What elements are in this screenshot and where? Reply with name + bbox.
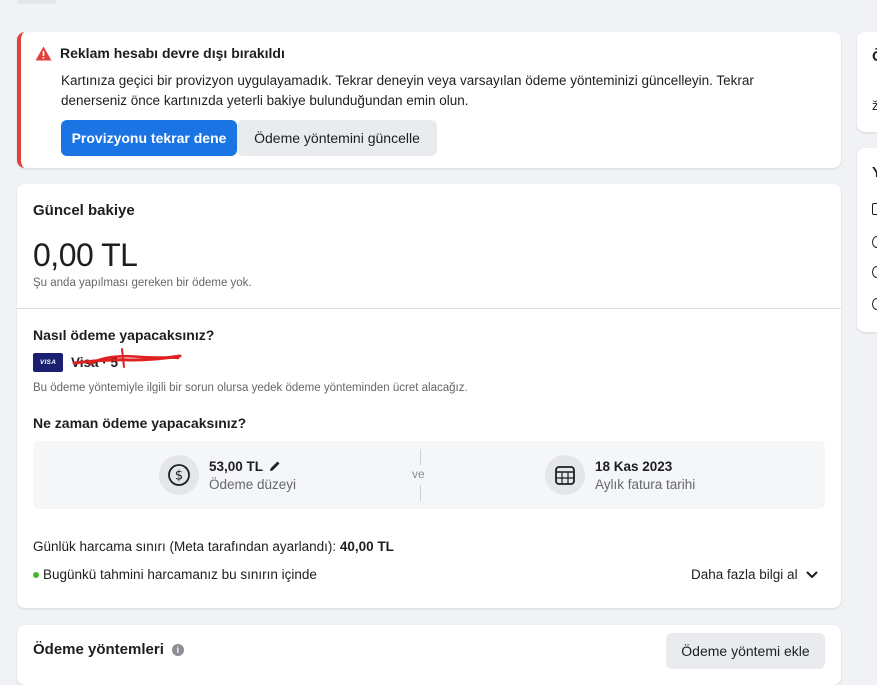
fallback-note: Bu ödeme yöntemiyle ilgili bir sorun olu… — [33, 382, 468, 394]
right-card-1-sub: ž — [872, 98, 877, 113]
learn-more-link[interactable]: Daha fazla bilgi al — [691, 567, 818, 582]
bill-date-label: Aylık fatura tarihi — [595, 476, 696, 492]
add-payment-method-button[interactable]: Ödeme yöntemi ekle — [666, 633, 825, 669]
right-card-2-icon-4 — [872, 298, 877, 310]
retry-authorization-button[interactable]: Provizyonu tekrar dene — [61, 120, 237, 156]
top-tab-stub — [17, 0, 57, 4]
learn-more-label: Daha fazla bilgi al — [691, 567, 798, 582]
balance-note: Şu anda yapılması gereken bir ödeme yok. — [33, 277, 252, 289]
daily-limit-label: Günlük harcama sınırı (Meta tarafından a… — [33, 539, 340, 554]
account-disabled-alert: Reklam hesabı devre dışı bırakıldı Kartı… — [17, 32, 841, 168]
chevron-down-icon — [806, 571, 818, 578]
daily-limit-value: 40,00 TL — [339, 539, 394, 554]
bill-date-value: 18 Kas 2023 — [595, 458, 673, 474]
update-payment-method-button[interactable]: Ödeme yöntemini güncelle — [237, 120, 437, 156]
how-to-pay-title: Nasıl ödeme yapacaksınız? — [33, 327, 215, 343]
payment-methods-title: Ödeme yöntemleri — [33, 641, 164, 658]
daily-limit-line: Günlük harcama sınırı (Meta tarafından a… — [33, 539, 394, 554]
threshold-label: Ödeme düzeyi — [209, 476, 297, 492]
schedule-connector: ve — [412, 467, 425, 481]
alert-title: Reklam hesabı devre dışı bırakıldı — [60, 45, 285, 61]
dollar-coin-icon: $ — [159, 455, 199, 495]
pencil-icon[interactable] — [269, 460, 281, 472]
payment-methods-card: Ödeme yöntemleri i Ödeme yöntemi ekle — [17, 625, 841, 685]
right-card-2-initial: Y — [872, 164, 877, 181]
svg-text:$: $ — [175, 469, 183, 484]
schedule-divider-top — [420, 449, 421, 465]
spend-status-line: Bugünkü tahmini harcamanız bu sınırın iç… — [33, 567, 317, 582]
right-card-2-icon-2 — [872, 236, 877, 248]
redaction-scribble — [72, 348, 182, 368]
alert-message: Kartınıza geçici bir provizyon uygulayam… — [61, 73, 754, 108]
calendar-icon — [545, 455, 585, 495]
right-card-2-icon-1 — [872, 203, 877, 215]
bill-date-item: 18 Kas 2023 Aylık fatura tarihi — [545, 455, 695, 495]
warning-icon — [35, 46, 52, 60]
right-side-card-2: Y — [857, 148, 877, 332]
section-divider — [17, 308, 841, 309]
visa-card-icon: VISA — [33, 353, 63, 372]
threshold-item: $ 53,00 TL Ödeme düzeyi — [159, 455, 296, 495]
balance-amount: 0,00 TL — [33, 237, 138, 273]
spend-status-text: Bugünkü tahmini harcamanız bu sınırın iç… — [43, 567, 317, 582]
balance-title: Güncel bakiye — [33, 202, 135, 219]
payment-schedule: $ 53,00 TL Ödeme düzeyi ve 18 Kas 2023 A… — [33, 441, 825, 509]
right-side-card-1: Ö ž — [857, 32, 877, 132]
current-balance-card: Güncel bakiye 0,00 TL Şu anda yapılması … — [17, 184, 841, 608]
when-to-pay-title: Ne zaman ödeme yapacaksınız? — [33, 415, 247, 431]
right-card-2-icon-3 — [872, 266, 877, 278]
payment-methods-header: Ödeme yöntemleri i — [33, 641, 184, 658]
right-card-1-initial: Ö — [872, 48, 877, 65]
threshold-value: 53,00 TL — [209, 458, 264, 474]
status-dot-icon — [33, 571, 39, 578]
schedule-divider-bottom — [420, 485, 421, 501]
alert-title-row: Reklam hesabı devre dışı bırakıldı — [35, 45, 285, 61]
